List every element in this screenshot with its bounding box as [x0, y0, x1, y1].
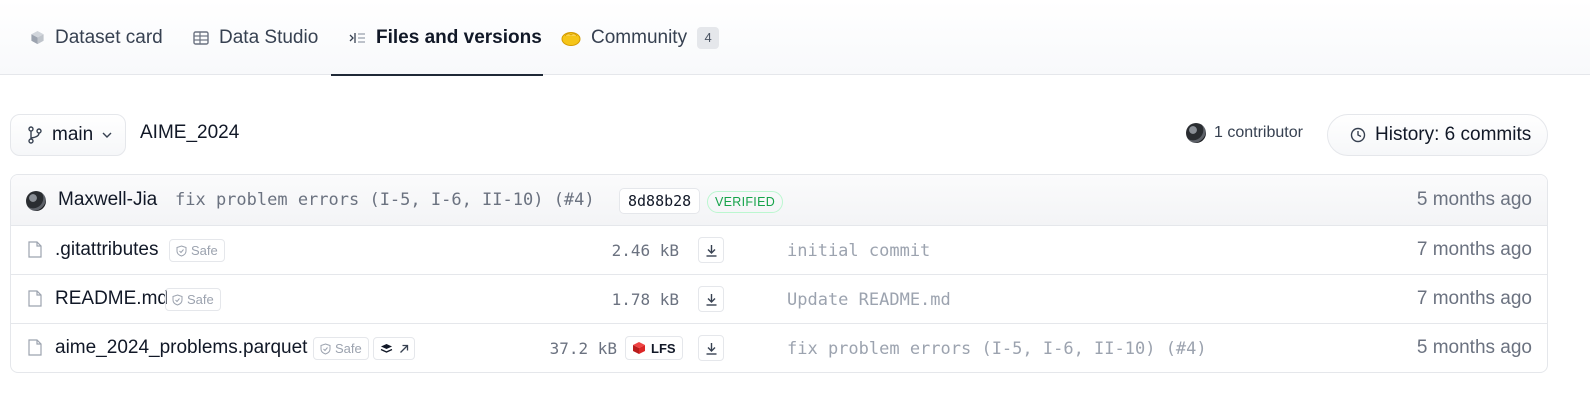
commit-author-link[interactable]: Maxwell-Jia [58, 189, 157, 211]
download-button[interactable] [698, 237, 724, 263]
history-button[interactable]: History: 6 commits [1327, 114, 1548, 156]
table-row: .gitattributes Safe 2.46 kB initial comm… [11, 226, 1547, 275]
file-name-link[interactable]: aime_2024_problems.parquet [55, 337, 307, 359]
lfs-box-icon [632, 341, 646, 355]
tab-label: Community [591, 26, 688, 48]
file-name-link[interactable]: README.md [55, 288, 168, 310]
file-icon [28, 290, 42, 312]
file-size: 37.2 kB [549, 339, 617, 358]
table-icon [193, 30, 209, 45]
contributors-label: 1 contributor [1214, 124, 1303, 141]
breadcrumb-path[interactable]: AIME_2024 [140, 122, 239, 144]
file-commit-link[interactable]: Update README.md [787, 290, 951, 310]
last-commit-row: Maxwell-Jia fix problem errors (I-5, I-6… [11, 175, 1547, 226]
parquet-viewer-button[interactable] [373, 337, 415, 360]
branch-icon [27, 126, 43, 144]
file-commit-time: 5 months ago [1416, 337, 1532, 358]
chevron-down-icon [102, 131, 112, 139]
file-size: 2.46 kB [611, 241, 679, 260]
file-icon [28, 339, 42, 361]
tab-dataset-card[interactable]: Dataset card [30, 0, 163, 75]
file-size: 1.78 kB [611, 290, 679, 309]
verified-badge: VERIFIED [707, 191, 784, 213]
tab-community[interactable]: Community 4 [561, 0, 720, 75]
file-commit-time: 7 months ago [1416, 239, 1532, 260]
avatar [1186, 123, 1206, 143]
download-icon [705, 244, 718, 257]
file-name-link[interactable]: .gitattributes [55, 239, 159, 261]
tab-files-and-versions[interactable]: Files and versions [331, 0, 543, 76]
file-commit-time: 7 months ago [1416, 288, 1532, 309]
download-icon [705, 293, 718, 306]
safe-badge[interactable]: Safe [165, 288, 221, 311]
shield-check-icon [176, 244, 187, 257]
download-button[interactable] [698, 335, 724, 361]
lfs-badge[interactable]: LFS [625, 336, 683, 360]
tab-data-studio[interactable]: Data Studio [193, 0, 318, 75]
safe-badge[interactable]: Safe [313, 337, 369, 360]
history-label: History: 6 commits [1375, 124, 1532, 145]
contributors-link[interactable]: 1 contributor [1186, 123, 1303, 143]
commit-message-link[interactable]: fix problem errors (I-5, I-6, II-10) (#4… [175, 190, 595, 210]
file-commit-link[interactable]: initial commit [787, 241, 930, 261]
shield-check-icon [172, 293, 183, 306]
table-row: aime_2024_problems.parquet Safe 37.2 kB … [11, 324, 1547, 372]
safe-badge[interactable]: Safe [169, 239, 225, 262]
tab-label: Data Studio [219, 26, 319, 48]
avatar [26, 191, 46, 211]
file-commit-link[interactable]: fix problem errors (I-5, I-6, II-10) (#4… [787, 339, 1207, 359]
layers-icon [380, 343, 393, 354]
community-icon [561, 30, 581, 46]
tab-label: Dataset card [55, 26, 163, 48]
commit-hash-link[interactable]: 8d88b28 [619, 188, 701, 214]
external-link-icon [399, 344, 409, 354]
cube-icon [30, 30, 45, 45]
file-table: Maxwell-Jia fix problem errors (I-5, I-6… [10, 174, 1548, 373]
table-row: README.md Safe 1.78 kB Update README.md … [11, 275, 1547, 324]
shield-check-icon [320, 342, 331, 355]
commit-time: 5 months ago [1416, 189, 1532, 210]
safe-label: Safe [335, 341, 362, 356]
safe-label: Safe [187, 292, 214, 307]
branch-label: main [52, 124, 94, 145]
lfs-label: LFS [651, 340, 676, 356]
clock-icon [1350, 127, 1366, 143]
file-icon [28, 241, 42, 263]
branch-selector-button[interactable]: main [10, 114, 126, 156]
tab-label: Files and versions [376, 26, 542, 48]
files-icon [349, 31, 366, 45]
repo-tab-bar: Dataset card Data Studio Files and versi… [0, 0, 1590, 76]
safe-label: Safe [191, 243, 218, 258]
discussion-count-badge: 4 [697, 26, 720, 49]
download-icon [705, 342, 718, 355]
download-button[interactable] [698, 286, 724, 312]
